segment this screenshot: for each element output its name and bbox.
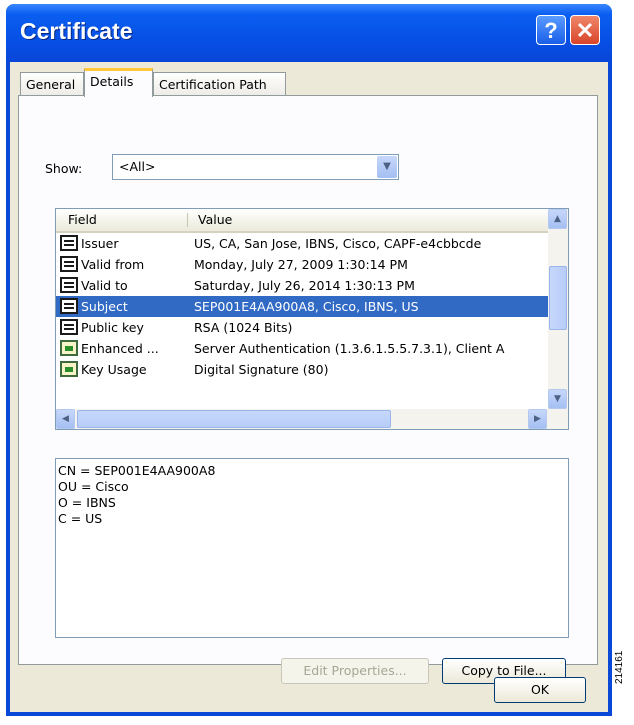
field-value-cell: SEP001E4AA900A8, Cisco, IBNS, US bbox=[194, 299, 419, 314]
field-name-cell: Public key bbox=[81, 320, 144, 335]
certificate-window: Certificate ? ✕ General Details Certific… bbox=[6, 4, 612, 716]
edit-properties-button[interactable]: Edit Properties... bbox=[281, 658, 429, 684]
field-detail-box[interactable]: CN = SEP001E4AA900A8 OU = Cisco O = IBNS… bbox=[55, 458, 569, 638]
detail-line: C = US bbox=[58, 511, 103, 526]
field-name-cell: Valid from bbox=[81, 257, 145, 272]
scroll-up-icon[interactable]: ▲ bbox=[548, 209, 567, 229]
extension-icon bbox=[60, 340, 78, 356]
field-value-cell: Digital Signature (80) bbox=[194, 362, 329, 377]
horizontal-scrollbar[interactable]: ◀ ▶ bbox=[56, 409, 568, 429]
field-name-cell: Subject bbox=[81, 299, 128, 314]
vertical-scroll-thumb[interactable] bbox=[549, 266, 567, 330]
certificate-field-icon bbox=[60, 235, 78, 251]
details-panel: Show: <All> ▼ Field Value Issuer US, CA, … bbox=[18, 95, 598, 684]
table-row[interactable]: Public key RSA (1024 Bits) bbox=[56, 317, 550, 338]
field-value-cell: Saturday, July 26, 2014 1:30:13 PM bbox=[194, 278, 415, 293]
certificate-field-icon bbox=[60, 277, 78, 293]
table-row[interactable]: Valid to Saturday, July 26, 2014 1:30:13 … bbox=[56, 275, 550, 296]
field-name-cell: Valid to bbox=[81, 278, 128, 293]
window-title: Certificate bbox=[20, 18, 133, 44]
field-value-cell: RSA (1024 Bits) bbox=[194, 320, 293, 335]
figure-id: 214161 bbox=[614, 650, 625, 684]
critical-extension-icon bbox=[60, 361, 78, 377]
field-value-cell: Server Authentication (1.3.6.1.5.5.7.3.1… bbox=[194, 341, 505, 356]
table-row[interactable]: Issuer US, CA, San Jose, IBNS, Cisco, CAP… bbox=[56, 233, 550, 254]
title-bar[interactable]: Certificate ? ✕ bbox=[6, 4, 612, 62]
tab-certification-path[interactable]: Certification Path bbox=[153, 72, 286, 96]
tab-general[interactable]: General bbox=[20, 72, 84, 96]
detail-line: OU = Cisco bbox=[58, 479, 129, 494]
fields-list: Field Value Issuer US, CA, San Jose, IBNS… bbox=[55, 208, 569, 430]
table-row[interactable]: Subject SEP001E4AA900A8, Cisco, IBNS, US bbox=[56, 296, 550, 317]
table-row[interactable]: Key Usage Digital Signature (80) bbox=[56, 359, 550, 380]
vertical-scrollbar[interactable]: ▲ ▼ bbox=[548, 209, 568, 409]
certificate-field-icon bbox=[60, 298, 78, 314]
field-name-cell: Issuer bbox=[81, 236, 119, 251]
scroll-right-icon[interactable]: ▶ bbox=[528, 409, 547, 429]
column-header-field[interactable]: Field bbox=[68, 212, 97, 227]
scroll-down-icon[interactable]: ▼ bbox=[548, 389, 567, 409]
help-button[interactable]: ? bbox=[536, 15, 566, 45]
chevron-down-icon[interactable]: ▼ bbox=[377, 156, 397, 178]
table-row[interactable]: Enhanced ... Server Authentication (1.3.6… bbox=[56, 338, 550, 359]
table-row[interactable]: Valid from Monday, July 27, 2009 1:30:14 … bbox=[56, 254, 550, 275]
detail-line: O = IBNS bbox=[58, 495, 116, 510]
field-value-cell: Monday, July 27, 2009 1:30:14 PM bbox=[194, 257, 408, 272]
show-selected-value: <All> bbox=[119, 159, 156, 174]
column-header-value[interactable]: Value bbox=[198, 212, 232, 227]
field-name-cell: Key Usage bbox=[81, 362, 147, 377]
field-value-cell: US, CA, San Jose, IBNS, Cisco, CAPF-e4cb… bbox=[194, 236, 482, 251]
field-name-cell: Enhanced ... bbox=[81, 341, 159, 356]
tab-details[interactable]: Details bbox=[84, 68, 153, 97]
dialog-client-area: General Details Certification Path Show:… bbox=[10, 62, 608, 712]
ok-button[interactable]: OK bbox=[494, 677, 586, 703]
list-header: Field Value bbox=[56, 209, 550, 233]
certificate-field-icon bbox=[60, 256, 78, 272]
column-divider[interactable] bbox=[187, 213, 188, 227]
detail-line: CN = SEP001E4AA900A8 bbox=[58, 463, 216, 478]
certificate-field-icon bbox=[60, 319, 78, 335]
close-button[interactable]: ✕ bbox=[570, 15, 600, 45]
horizontal-scroll-thumb[interactable] bbox=[77, 410, 391, 428]
show-dropdown[interactable]: <All> ▼ bbox=[112, 154, 399, 180]
scroll-left-icon[interactable]: ◀ bbox=[56, 409, 75, 429]
show-label: Show: bbox=[45, 161, 83, 176]
